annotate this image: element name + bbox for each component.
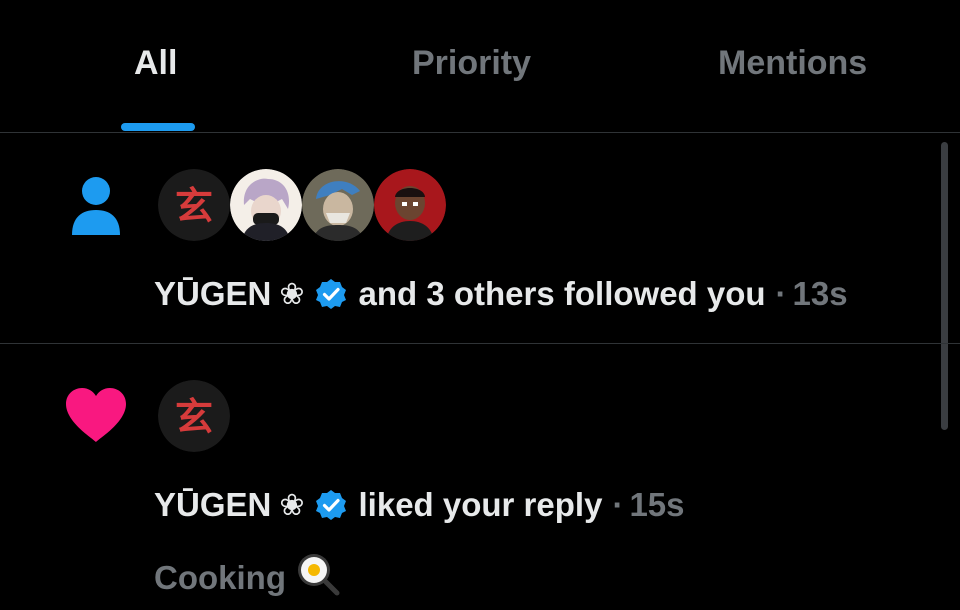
notification-text: YŪGEN ❀ liked your reply · 15s	[154, 486, 685, 524]
action-text: and 3 others followed you	[358, 275, 766, 312]
separator-dot: ·	[612, 486, 624, 523]
red-bg-avatar[interactable]	[374, 169, 446, 241]
yugen-avatar[interactable]: 玄	[158, 380, 230, 452]
notification-follow[interactable]: 玄 YŪGEN ❀ and 3 others followed you · 13…	[0, 133, 960, 343]
svg-text:玄: 玄	[175, 184, 213, 228]
notification-like[interactable]: 玄 YŪGEN ❀ liked your reply · 15s Cooking	[0, 344, 960, 610]
flower-symbol: ❀	[279, 487, 305, 523]
reply-snippet[interactable]: Cooking	[154, 552, 340, 604]
person-icon	[70, 175, 122, 242]
user-name[interactable]: YŪGEN	[154, 486, 271, 524]
notifications-tabs: All Priority Mentions	[0, 0, 960, 132]
purple-hair-avatar[interactable]	[230, 169, 302, 241]
heart-icon	[64, 386, 128, 449]
tab-mentions[interactable]: Mentions	[718, 44, 867, 83]
snippet-text: Cooking	[154, 559, 286, 596]
active-tab-indicator	[121, 123, 195, 131]
action-text: liked your reply	[358, 486, 603, 523]
verified-badge-icon	[315, 278, 347, 310]
tab-all[interactable]: All	[134, 44, 177, 83]
blue-hair-avatar[interactable]	[302, 169, 374, 241]
user-name[interactable]: YŪGEN	[154, 275, 271, 313]
svg-text:玄: 玄	[175, 395, 213, 439]
frying-pan-egg-icon	[296, 552, 340, 604]
liker-avatars: 玄	[158, 380, 230, 452]
follower-avatars: 玄	[158, 169, 446, 241]
flower-symbol: ❀	[279, 276, 305, 312]
timestamp: 15s	[629, 486, 685, 523]
yugen-avatar[interactable]: 玄	[158, 169, 230, 241]
tab-priority[interactable]: Priority	[412, 44, 531, 83]
notification-text: YŪGEN ❀ and 3 others followed you · 13s	[154, 275, 848, 313]
separator-dot: ·	[775, 275, 787, 312]
verified-badge-icon	[315, 489, 347, 521]
timestamp: 13s	[792, 275, 848, 312]
